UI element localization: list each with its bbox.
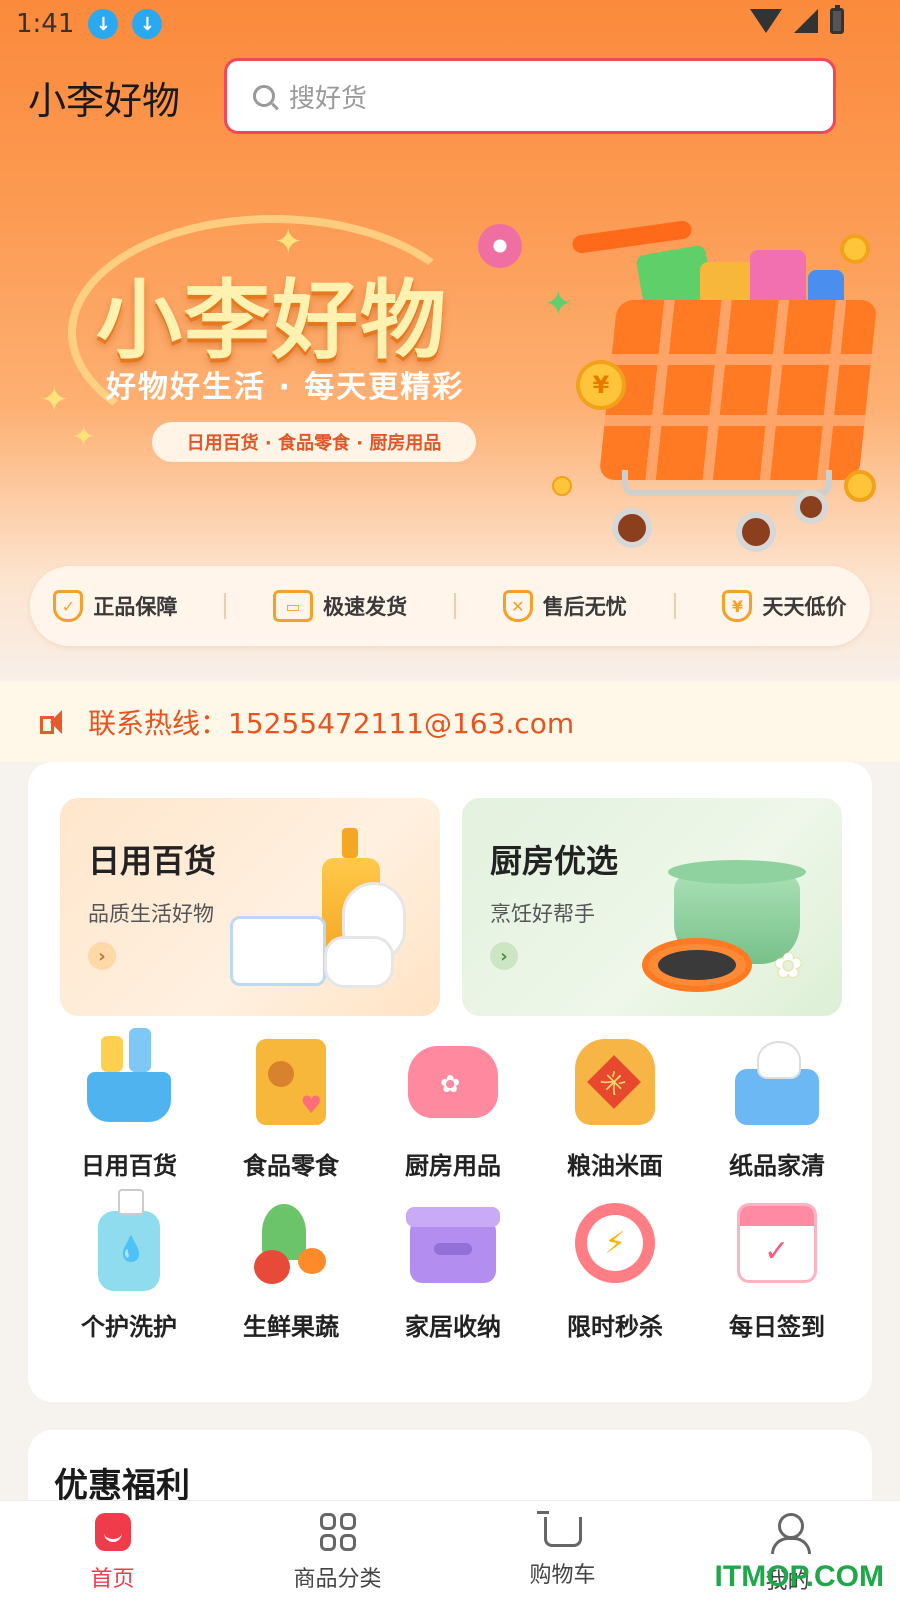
feature-fast-shipping: ▭ 极速发货 [273, 590, 407, 622]
divider [224, 593, 227, 619]
category-daily-goods[interactable]: 日用百货 [48, 1028, 210, 1181]
feature-low-price: ¥ 天天低价 [722, 590, 846, 622]
signal-icon [794, 9, 818, 33]
category-label: 家居收纳 [405, 1313, 501, 1341]
home-icon [94, 1513, 131, 1551]
category-storage[interactable]: 家居收纳 [372, 1195, 534, 1342]
yen-down-icon: ¥ [722, 590, 753, 622]
category-card: 日用百货 品质生活好物 › 厨房优选 烹饪好帮手 › ✿ 日用百货 食品零食 厨… [28, 762, 872, 1402]
search-icon [253, 85, 275, 107]
promo-kitchen[interactable]: 厨房优选 烹饪好帮手 › ✿ [462, 798, 842, 1016]
cart-icon [536, 1511, 582, 1547]
coin-icon [552, 476, 572, 496]
truck-icon: ▭ [273, 590, 314, 622]
sparkle-icon: ✦ [40, 380, 69, 420]
shield-x-icon: ✕ [502, 590, 533, 622]
feature-label: 极速发货 [323, 595, 408, 619]
basket-icon [81, 1028, 177, 1130]
coin-icon [844, 470, 876, 502]
banner-tags: 日用百货 · 食品零食 · 厨房用品 [152, 422, 476, 462]
category-grain-oil[interactable]: 粮油米面 [534, 1034, 696, 1181]
category-label: 日用百货 [81, 1152, 177, 1180]
feature-label: 正品保障 [93, 595, 178, 619]
category-label: 粮油米面 [567, 1152, 663, 1180]
category-grid: 日用百货 食品零食 厨房用品 粮油米面 纸品家清 个护洗护 生鲜果蔬 家居收纳 [48, 1028, 858, 1342]
promo-title: 日用百货 [88, 842, 217, 880]
nav-label: 购物车 [529, 1563, 596, 1588]
watermark: ITMOP.COM [714, 1560, 884, 1593]
tissue-box-icon [230, 916, 326, 986]
feature-genuine: ✓ 正品保障 [53, 590, 177, 622]
status-bar: 1:41 ↓ ↓ [0, 0, 900, 48]
category-label: 个护洗护 [81, 1313, 177, 1341]
pump-bottle-icon [81, 1189, 177, 1291]
category-daily-checkin[interactable]: 每日签到 [696, 1195, 858, 1342]
cart-wheel [612, 508, 652, 548]
toilet-roll-icon [324, 936, 394, 988]
promo-daily-goods[interactable]: 日用百货 品质生活好物 › [60, 798, 440, 1016]
rice-bag-icon [567, 1034, 663, 1130]
cart-wheel [794, 490, 828, 524]
banner-title: 小李好物 [96, 271, 448, 371]
tissue-box-icon [729, 1034, 825, 1130]
download-icon: ↓ [88, 9, 119, 39]
category-snacks[interactable]: 食品零食 [210, 1034, 372, 1181]
feature-label: 售后无忧 [542, 595, 627, 619]
status-time: 1:41 [16, 9, 75, 39]
user-icon [769, 1513, 811, 1554]
status-indicators [750, 5, 844, 34]
sparkle-icon: ✦ [72, 420, 96, 453]
coin-icon [840, 234, 870, 264]
flower-icon: ✿ [774, 946, 803, 986]
category-label: 厨房用品 [405, 1152, 501, 1180]
divider [453, 593, 456, 619]
category-label: 每日签到 [729, 1313, 825, 1341]
snack-bag-icon [243, 1034, 339, 1130]
category-paper-cleaning[interactable]: 纸品家清 [696, 1034, 858, 1181]
category-label: 限时秒杀 [567, 1313, 663, 1341]
hotline-notice[interactable]: 联系热线：15255472111@163.com [0, 682, 900, 762]
search-input[interactable]: 搜好货 [224, 58, 836, 134]
category-label: 食品零食 [243, 1152, 339, 1180]
service-features-bar: ✓ 正品保障 ▭ 极速发货 ✕ 售后无忧 ¥ 天天低价 [30, 566, 870, 646]
nav-home[interactable]: 首页 [0, 1501, 225, 1600]
wifi-icon [750, 9, 782, 33]
nav-categories[interactable]: 商品分类 [225, 1501, 450, 1600]
shield-check-icon: ✓ [53, 590, 84, 622]
calendar-check-icon [729, 1195, 825, 1291]
feature-label: 天天低价 [762, 595, 847, 619]
storage-box-icon [405, 1195, 501, 1291]
category-personal-care[interactable]: 个护洗护 [48, 1189, 210, 1342]
battery-icon [830, 5, 844, 34]
feature-after-sales: ✕ 售后无忧 [502, 590, 627, 622]
notice-text: 联系热线：15255472111@163.com [88, 707, 575, 740]
coin-icon: ¥ [576, 360, 626, 410]
category-kitchen[interactable]: 厨房用品 [372, 1034, 534, 1181]
category-label: 纸品家清 [729, 1152, 825, 1180]
download-icon: ↓ [132, 9, 163, 39]
nav-label: 首页 [90, 1567, 135, 1592]
chevron-right-icon: › [490, 942, 518, 970]
category-flash-sale[interactable]: 限时秒杀 [534, 1195, 696, 1342]
shopping-cart-icon [598, 300, 878, 480]
divider [673, 593, 676, 619]
sparkle-icon: ✦ [544, 284, 573, 324]
chevron-right-icon: › [88, 942, 116, 970]
app-title: 小李好物 [28, 79, 181, 123]
speaker-icon [40, 708, 70, 736]
category-label: 生鲜果蔬 [243, 1313, 339, 1341]
vegetables-icon [243, 1195, 339, 1291]
category-fresh-produce[interactable]: 生鲜果蔬 [210, 1195, 372, 1342]
cart-wheel [736, 512, 776, 552]
nav-label: 商品分类 [293, 1567, 382, 1592]
rice-cooker-icon [405, 1034, 501, 1130]
alarm-clock-icon [567, 1195, 663, 1291]
frying-pan-icon [642, 938, 752, 992]
flower-icon [478, 224, 522, 268]
search-placeholder: 搜好货 [289, 83, 368, 114]
banner-slogan: 好物好生活 · 每天更精彩 [106, 370, 465, 405]
nav-cart[interactable]: 购物车 [450, 1501, 675, 1600]
grid-icon [319, 1513, 356, 1551]
